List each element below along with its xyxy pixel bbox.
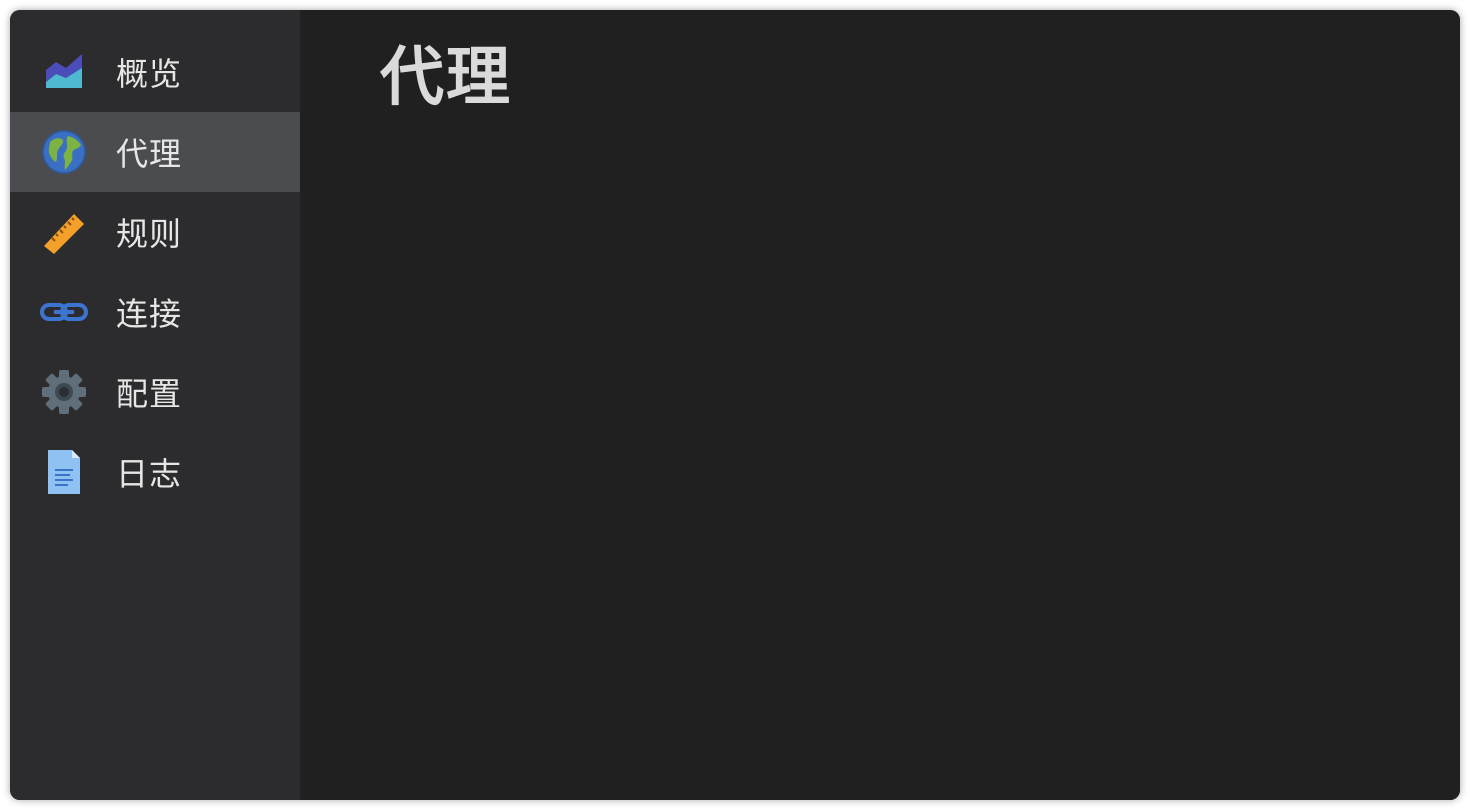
app-window: 概览 代理 规则 连接 配置 日志 代理 [10, 10, 1460, 800]
area-chart-icon [40, 48, 88, 96]
globe-icon [40, 128, 88, 176]
sidebar-item-overview[interactable]: 概览 [10, 32, 300, 112]
sidebar-item-logs[interactable]: 日志 [10, 432, 300, 512]
sidebar-item-config[interactable]: 配置 [10, 352, 300, 432]
sidebar-item-label: 规则 [116, 215, 183, 253]
sidebar-item-proxies[interactable]: 代理 [10, 112, 300, 192]
sidebar-item-label: 代理 [116, 135, 183, 173]
sidebar: 概览 代理 规则 连接 配置 日志 [10, 10, 300, 800]
main-content: 代理 [300, 10, 1460, 800]
document-icon [40, 448, 88, 496]
sidebar-item-rules[interactable]: 规则 [10, 192, 300, 272]
sidebar-item-connections[interactable]: 连接 [10, 272, 300, 352]
sidebar-item-label: 连接 [116, 295, 183, 333]
gear-icon [40, 368, 88, 416]
sidebar-item-label: 日志 [116, 455, 183, 493]
sidebar-item-label: 配置 [116, 375, 183, 413]
ruler-icon [40, 208, 88, 256]
sidebar-item-label: 概览 [116, 55, 183, 93]
page-title: 代理 [380, 41, 512, 115]
link-icon [40, 288, 88, 336]
